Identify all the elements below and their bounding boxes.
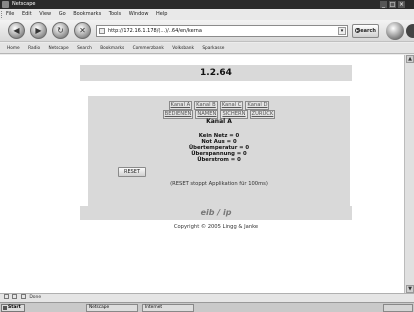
status-ueberstrom: Überstrom = 0 — [197, 157, 241, 163]
brand-text: eib / ip — [200, 208, 232, 217]
version-text: 1.2.64 — [200, 68, 232, 78]
channel-tabs: Kanal A Kanal B Kanal C Kanal D BEDIENEN NAM… — [88, 101, 350, 119]
forward-button[interactable]: ▶ — [30, 22, 47, 39]
tab-kanal-b[interactable]: Kanal B — [194, 101, 218, 110]
netscape-logo-icon — [2, 1, 9, 8]
status-text: Done — [29, 295, 42, 300]
url-dropdown-icon[interactable]: ▾ — [338, 27, 346, 35]
status-bar: Done — [0, 293, 414, 302]
toolbar-grip-icon — [1, 11, 3, 18]
bookmark-search[interactable]: Search — [77, 43, 92, 53]
search-icon — [355, 28, 360, 33]
system-tray — [383, 304, 413, 312]
throbber-icon[interactable] — [386, 22, 404, 40]
menu-help[interactable]: Help — [156, 9, 167, 20]
browser-window: Netscape _ □ × File Edit View Go Bookmar… — [0, 0, 414, 312]
title-bar: Netscape _ □ × — [0, 0, 414, 9]
search-button[interactable]: Search — [352, 24, 379, 38]
close-icon[interactable]: × — [398, 1, 405, 8]
reload-button[interactable]: ↻ — [52, 22, 69, 39]
back-arrow-icon: ◀ — [13, 26, 20, 35]
toolbar-edge-icon — [406, 24, 414, 38]
composer-icon[interactable] — [12, 294, 18, 299]
page-icon — [99, 28, 105, 34]
url-input[interactable]: http://172.16.1.178/(...)/..64/en/kerna … — [96, 25, 348, 37]
bookmark-netscape[interactable]: Netscape — [49, 43, 69, 53]
stop-button[interactable]: ✕ — [74, 22, 91, 39]
stop-icon: ✕ — [79, 26, 86, 35]
minimize-icon[interactable]: _ — [380, 1, 387, 8]
addressbook-icon[interactable] — [20, 294, 26, 299]
taskbar-item-internet[interactable]: Internet — [142, 304, 194, 312]
tab-kanal-d[interactable]: Kanal D — [245, 101, 270, 110]
menu-edit[interactable]: Edit — [22, 9, 32, 20]
version-banner: 1.2.64 — [80, 65, 352, 81]
start-button[interactable]: Start — [1, 304, 25, 312]
bookmark-sparkasse[interactable]: Sparkasse — [202, 43, 224, 53]
brand-banner: eib / ip — [80, 206, 352, 220]
tab-kanal-c[interactable]: Kanal C — [219, 101, 244, 110]
bookmark-radio[interactable]: Radio — [28, 43, 40, 53]
scroll-down-icon[interactable]: ▼ — [406, 285, 414, 293]
window-title: Netscape — [12, 1, 36, 7]
page-content: 1.2.64 Kanal A Kanal B Kanal C Kanal D BEDI… — [0, 55, 404, 293]
menu-file[interactable]: File — [6, 9, 14, 20]
reset-button[interactable]: RESET — [118, 167, 146, 177]
personal-toolbar: Home Radio Netscape Search Bookmarks Com… — [0, 43, 414, 54]
menu-go[interactable]: Go — [59, 9, 66, 20]
bookmark-bookmarks[interactable]: Bookmarks — [100, 43, 124, 53]
bookmark-commerzbank[interactable]: Commerzbank — [133, 43, 164, 53]
taskbar: Start Netscape Internet — [0, 302, 414, 312]
url-text: http://172.16.1.178/(...)/..64/en/kerna — [108, 28, 202, 34]
channel-title: Kanal A — [206, 118, 232, 125]
vertical-scrollbar[interactable]: ▲ ▼ — [404, 55, 414, 293]
reset-note: (RESET stoppt Applikation für 100ms) — [170, 181, 268, 187]
reload-icon: ↻ — [57, 26, 64, 35]
copyright-text: Copyright © 2005 Lingg & Janke — [173, 224, 259, 230]
bookmark-volksbank[interactable]: Volksbank — [172, 43, 194, 53]
tab-kanal-a[interactable]: Kanal A — [168, 101, 193, 110]
bookmark-home[interactable]: Home — [7, 43, 20, 53]
back-button[interactable]: ◀ — [8, 22, 25, 39]
menu-bar: File Edit View Go Bookmarks Tools Window… — [0, 9, 414, 20]
maximize-icon[interactable]: □ — [389, 1, 396, 8]
channel-panel: Kanal A Kanal B Kanal C Kanal D BEDIENEN NAM… — [88, 96, 350, 217]
forward-arrow-icon: ▶ — [35, 26, 42, 35]
navigation-toolbar: ◀ ▶ ↻ ✕ http://172.16.1.178/(...)/..64/e… — [0, 20, 414, 42]
mail-icon[interactable] — [4, 294, 9, 299]
menu-tools[interactable]: Tools — [109, 9, 121, 20]
menu-bookmarks[interactable]: Bookmarks — [73, 9, 101, 20]
menu-window[interactable]: Window — [129, 9, 149, 20]
scroll-up-icon[interactable]: ▲ — [406, 55, 414, 63]
taskbar-item-netscape[interactable]: Netscape — [86, 304, 138, 312]
menu-view[interactable]: View — [39, 9, 51, 20]
